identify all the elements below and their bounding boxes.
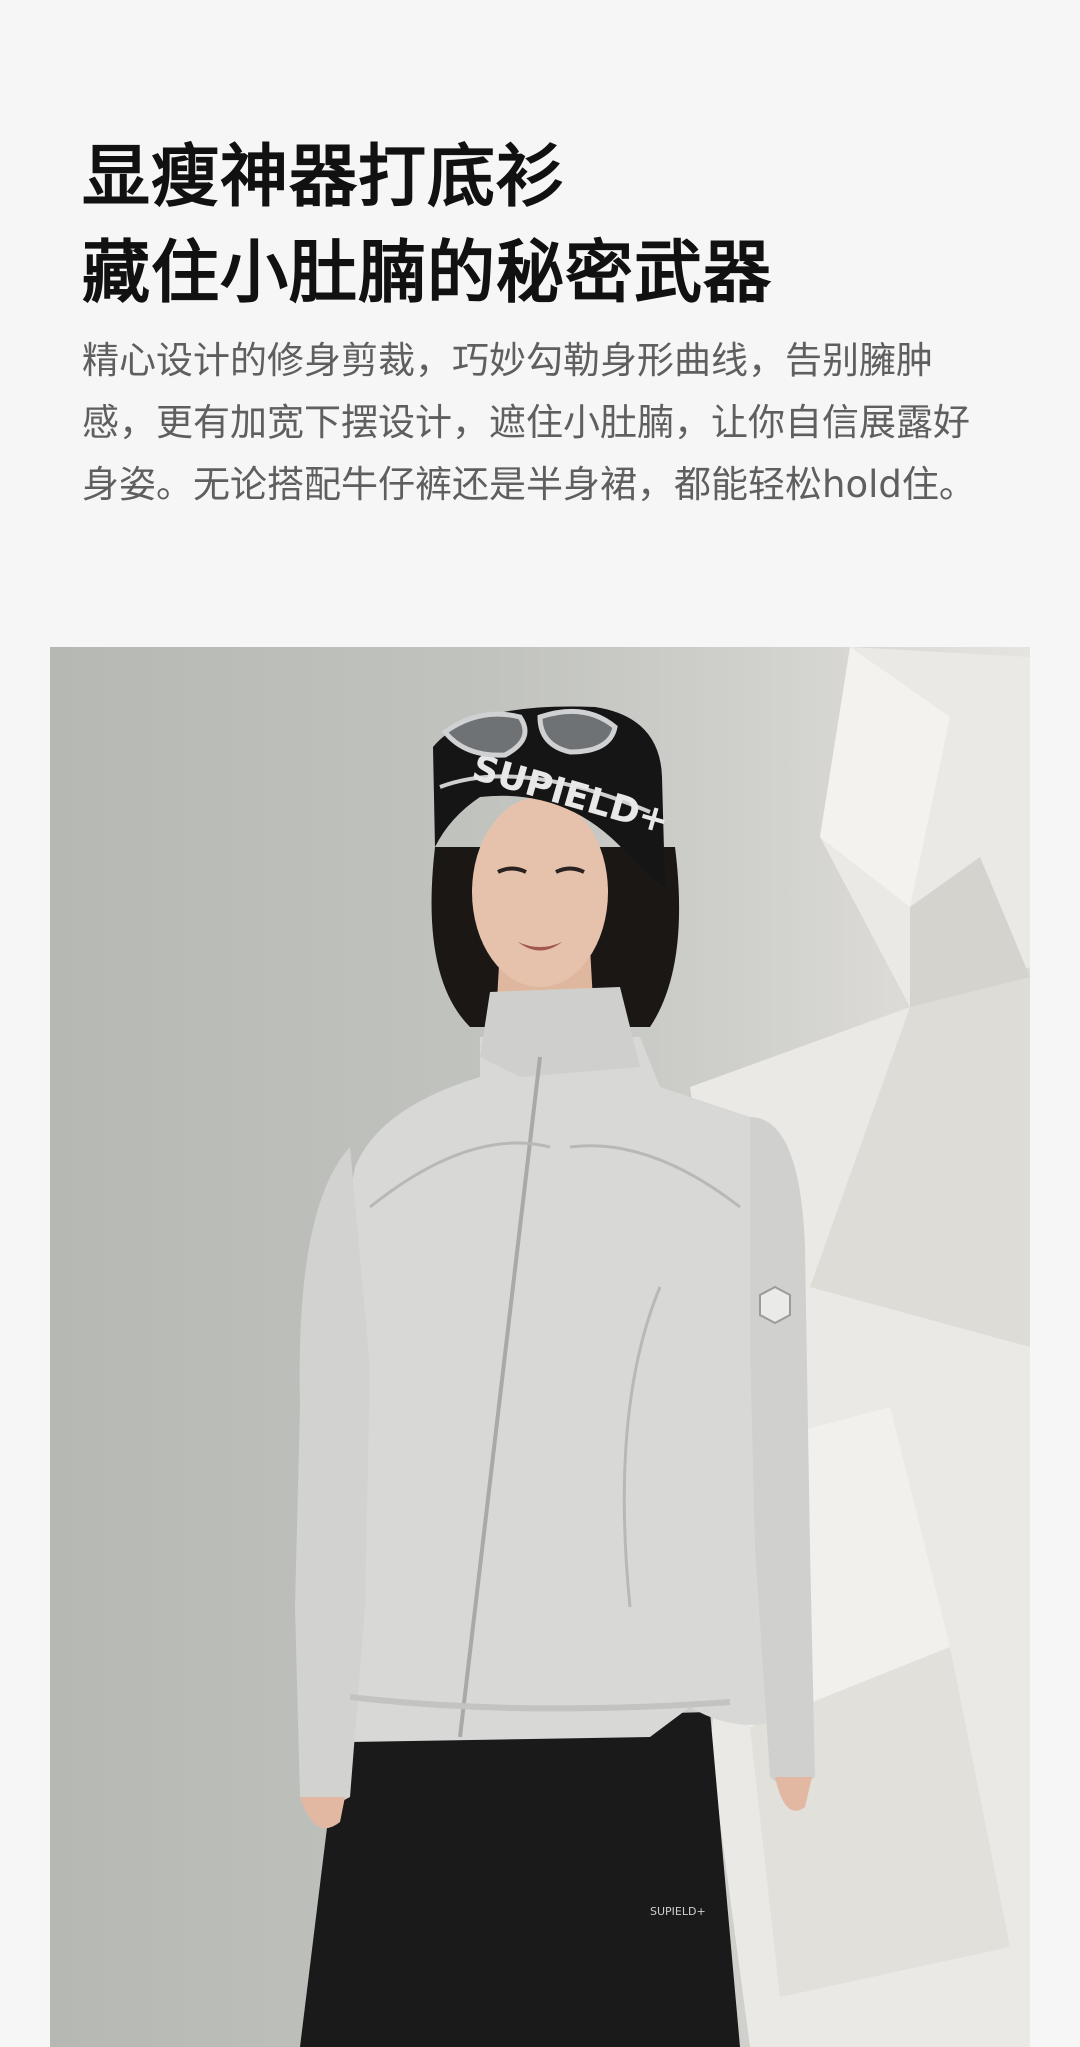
model-illustration: SUPIELD+ SUPIELD+ (295, 647, 1030, 2047)
product-photo: SUPIELD+ SUPIELD+ (50, 647, 1030, 2047)
headline: 显瘦神器打底衫 藏住小肚腩的秘密武器 (82, 130, 1022, 322)
headline-line-2: 藏住小肚腩的秘密武器 (82, 234, 773, 313)
product-description: 精心设计的修身剪裁，巧妙勾勒身形曲线，告别臃肿感，更有加宽下摆设计，遮住小肚腩，… (82, 339, 976, 506)
headline-line-1: 显瘦神器打底衫 (82, 138, 566, 217)
pants-label: SUPIELD+ (650, 1905, 706, 1918)
